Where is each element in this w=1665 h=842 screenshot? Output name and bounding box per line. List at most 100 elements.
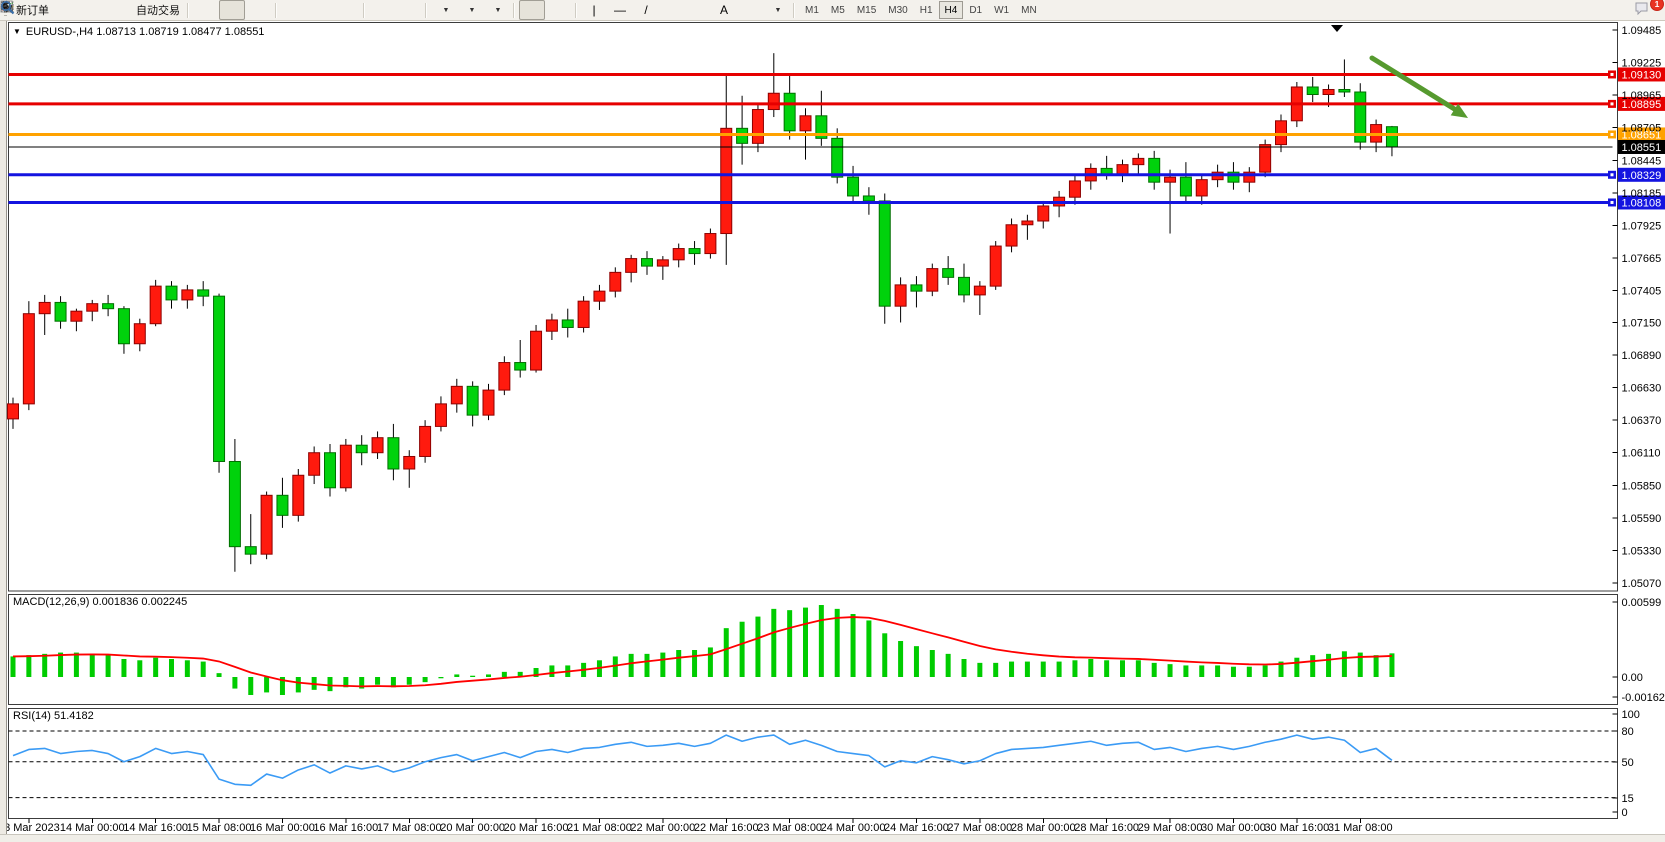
horizontal-line-icon: — <box>614 4 626 16</box>
new-chart-button[interactable]: ▼ <box>431 0 457 20</box>
time-tick-label: 13 Mar 2023 <box>0 822 60 834</box>
fibonacci-button[interactable]: F <box>685 0 711 20</box>
crosshair-button[interactable] <box>545 0 571 20</box>
trendline-icon: / <box>644 4 647 16</box>
macd-histogram-bar <box>1072 660 1077 677</box>
bar-chart-type-button[interactable] <box>193 0 219 20</box>
text-label-button[interactable]: T <box>737 0 763 20</box>
timeframe-mn-button[interactable]: MN <box>1015 1 1043 19</box>
candle <box>1260 145 1271 173</box>
price-tick-label: 1.05590 <box>1622 513 1662 525</box>
line-chart-type-button[interactable] <box>245 0 271 20</box>
macd-histogram-bar <box>851 614 856 677</box>
candle <box>198 290 209 296</box>
indicators-button[interactable]: ▼ <box>483 0 509 20</box>
macd-axis-label: 0.00 <box>1622 672 1643 684</box>
timeframe-m15-button[interactable]: M15 <box>851 1 882 19</box>
timeframe-h4-button[interactable]: H4 <box>939 1 964 19</box>
time-tick-label: 22 Mar 16:00 <box>694 822 759 834</box>
time-axis[interactable]: 13 Mar 202314 Mar 00:0014 Mar 16:0015 Ma… <box>0 819 1393 835</box>
macd-histogram-bar <box>26 655 31 677</box>
timeframe-m5-button[interactable]: M5 <box>825 1 851 19</box>
macd-histogram-bar <box>755 617 760 677</box>
auto-scroll-button[interactable] <box>369 0 395 20</box>
macd-histogram-bar <box>137 660 142 677</box>
text-button[interactable]: A <box>711 0 737 20</box>
toolbar-separator <box>275 3 277 18</box>
macd-histogram-bar <box>438 677 443 678</box>
macd-histogram-bar <box>232 677 237 689</box>
chevron-down-icon[interactable]: ▼ <box>13 27 21 36</box>
toolbar: 新订单自动交易▼▼▼|—/EFAT▼M1M5M15M30H1H4D1W1MN1 <box>0 0 1665 21</box>
macd-histogram-bar <box>201 662 206 677</box>
new-order-button[interactable]: 新订单 <box>10 0 52 20</box>
macd-histogram-bar <box>1009 662 1014 677</box>
time-tick-label: 16 Mar 00:00 <box>250 822 315 834</box>
main-pane[interactable] <box>9 23 1618 592</box>
timeframe-m30-button[interactable]: M30 <box>882 1 913 19</box>
cursor-button[interactable] <box>519 0 545 20</box>
macd-histogram-bar <box>1294 658 1299 677</box>
search-button[interactable] <box>1601 0 1627 20</box>
candle <box>435 404 446 427</box>
price-tick-label: 1.08705 <box>1622 123 1662 135</box>
macd-axis-label: 0.00599 <box>1622 597 1662 609</box>
price-tick-label: 1.05850 <box>1622 480 1662 492</box>
price-tick-label: 1.08185 <box>1622 188 1662 200</box>
line-anchor-dot <box>1611 73 1614 76</box>
macd-histogram-bar <box>962 659 967 677</box>
data-window-button[interactable] <box>78 0 104 20</box>
candle <box>356 445 367 453</box>
vertical-line-button[interactable]: | <box>581 0 607 20</box>
macd-histogram-bar <box>835 609 840 677</box>
zoom-out-button[interactable] <box>307 0 333 20</box>
horizontal-line-button[interactable]: — <box>607 0 633 20</box>
macd-histogram-bar <box>407 677 412 685</box>
price-badge-label: 1.08329 <box>1622 170 1662 182</box>
candle <box>562 320 573 328</box>
timeframe-w1-button[interactable]: W1 <box>988 1 1015 19</box>
timeframe-d1-button[interactable]: D1 <box>963 1 988 19</box>
auto-trading-button[interactable]: 自动交易 <box>130 0 183 20</box>
price-tick-label: 1.07665 <box>1622 253 1662 265</box>
toolbar-separator <box>575 3 577 18</box>
macd-histogram-bar <box>645 654 650 677</box>
time-tick-label: 14 Mar 00:00 <box>60 822 125 834</box>
tile-windows-button[interactable] <box>333 0 359 20</box>
notifications-button[interactable]: 1 <box>1633 0 1659 20</box>
timeframe-m1-button[interactable]: M1 <box>799 1 825 19</box>
chart-canvas[interactable]: 1.091301.088951.086511.085511.083291.081… <box>0 0 1665 841</box>
candle <box>182 290 193 300</box>
trendline-button[interactable]: / <box>633 0 659 20</box>
navigator-button[interactable] <box>104 0 130 20</box>
macd-histogram-bar <box>787 610 792 677</box>
macd-histogram-bar <box>882 633 887 677</box>
line-anchor-dot <box>1611 173 1614 176</box>
time-tick-label: 24 Mar 16:00 <box>884 822 949 834</box>
macd-histogram-bar <box>11 656 16 677</box>
rsi-pane[interactable] <box>9 709 1618 819</box>
candle <box>863 196 874 201</box>
candle <box>214 296 225 461</box>
chart-shift-button[interactable] <box>395 0 421 20</box>
candle <box>499 363 510 391</box>
macd-histogram-bar <box>502 672 507 677</box>
macd-histogram-bar <box>914 646 919 677</box>
candle <box>959 277 970 295</box>
macd-histogram-bar <box>264 677 269 692</box>
candlestick-type-button[interactable] <box>219 0 245 20</box>
timeframe-h1-button[interactable]: H1 <box>914 1 939 19</box>
market-watch-button[interactable] <box>52 0 78 20</box>
arrows-button[interactable]: ▼ <box>763 0 789 20</box>
candle <box>594 291 605 301</box>
macd-histogram-bar <box>1104 660 1109 677</box>
candle <box>832 138 843 177</box>
time-tick-label: 21 Mar 08:00 <box>567 822 632 834</box>
time-tick-label: 27 Mar 08:00 <box>947 822 1012 834</box>
equidistant-channel-button[interactable]: E <box>659 0 685 20</box>
time-tick-label: 14 Mar 16:00 <box>123 822 188 834</box>
profiles-button[interactable]: ▼ <box>457 0 483 20</box>
candle <box>531 331 542 370</box>
price-axis[interactable]: 1.091301.088951.086511.085511.083291.081… <box>1613 30 1665 583</box>
zoom-in-button[interactable] <box>281 0 307 20</box>
